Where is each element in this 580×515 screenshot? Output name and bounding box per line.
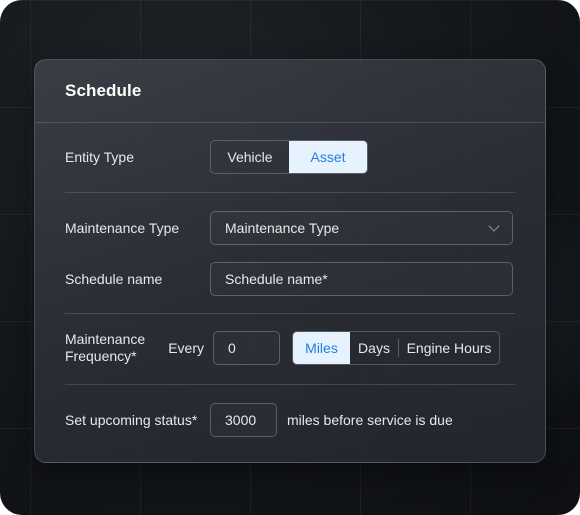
upcoming-status-label: Set upcoming status* — [65, 411, 198, 428]
upcoming-miles-value: 3000 — [225, 412, 257, 428]
schedule-card: Schedule Entity Type Vehicle Asset Maint… — [34, 59, 546, 463]
maintenance-type-row: Maintenance Type Maintenance Type — [65, 211, 515, 245]
maintenance-type-label: Maintenance Type — [65, 219, 180, 236]
maintenance-type-value: Maintenance Type — [225, 220, 340, 236]
card-header: Schedule — [35, 60, 545, 123]
frequency-value: 0 — [228, 340, 236, 356]
schedule-name-input[interactable]: Schedule name* — [210, 262, 513, 296]
frequency-label: Maintenance Frequency* — [65, 331, 146, 364]
app-frame: Schedule Entity Type Vehicle Asset Maint… — [0, 0, 580, 515]
divider — [65, 313, 515, 314]
divider — [65, 384, 515, 385]
chevron-down-icon — [488, 220, 500, 232]
card-title: Schedule — [65, 81, 142, 100]
frequency-every-label: Every — [168, 339, 204, 356]
unit-miles-button[interactable]: Miles — [293, 332, 350, 364]
schedule-name-label: Schedule name — [65, 270, 163, 287]
frequency-value-input[interactable]: 0 — [213, 331, 280, 365]
divider — [65, 192, 515, 193]
upcoming-status-suffix: miles before service is due — [287, 411, 453, 428]
entity-type-label: Entity Type — [65, 148, 135, 165]
entity-type-row: Entity Type Vehicle Asset — [65, 140, 515, 174]
entity-type-toggle: Vehicle Asset — [210, 140, 368, 174]
unit-days-button[interactable]: Days — [350, 332, 398, 364]
upcoming-miles-input[interactable]: 3000 — [210, 403, 277, 437]
schedule-name-value: Schedule name* — [225, 271, 328, 287]
entity-type-vehicle-button[interactable]: Vehicle — [211, 141, 289, 173]
schedule-name-row: Schedule name Schedule name* — [65, 262, 515, 296]
upcoming-status-row: Set upcoming status* 3000 miles before s… — [65, 403, 515, 437]
unit-engine-hours-button[interactable]: Engine Hours — [399, 332, 499, 364]
entity-type-asset-button[interactable]: Asset — [289, 141, 367, 173]
frequency-row: Maintenance Frequency* Every 0 Miles Day… — [65, 331, 515, 365]
frequency-unit-toggle: Miles Days Engine Hours — [292, 331, 500, 365]
maintenance-type-select[interactable]: Maintenance Type — [210, 211, 513, 245]
